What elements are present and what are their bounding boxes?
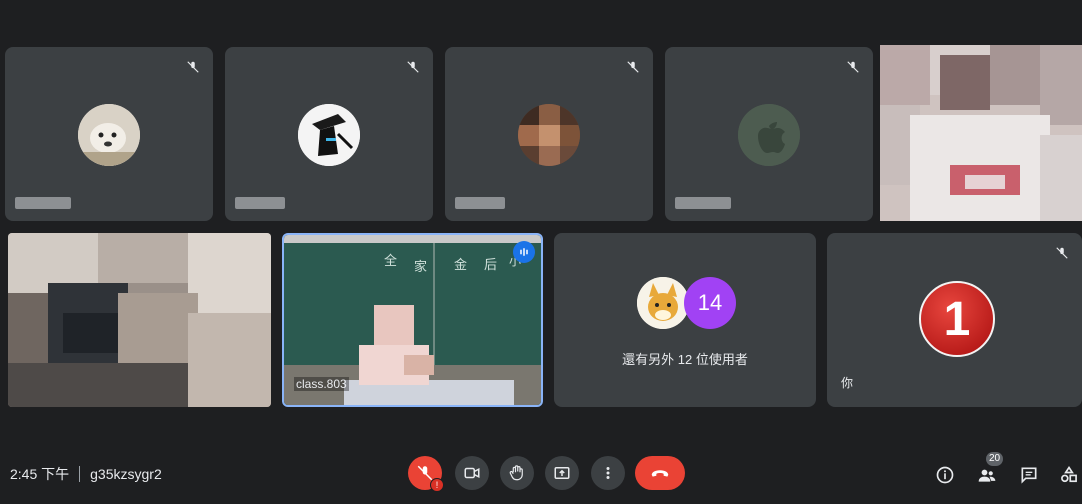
- divider: [79, 466, 81, 482]
- hand-icon: [509, 465, 523, 481]
- people-icon: [978, 469, 996, 482]
- mic-warning-icon: !: [430, 478, 444, 492]
- avatar: [637, 277, 689, 329]
- leave-call-button[interactable]: [635, 456, 685, 490]
- participant-tile-1[interactable]: [5, 47, 213, 221]
- mic-off-icon: [403, 57, 423, 77]
- avatar: 1: [919, 281, 995, 357]
- others-text: 還有另外 12 位使用者: [622, 352, 748, 367]
- others-count-badge: 14: [684, 277, 736, 329]
- svg-text:金: 金: [454, 257, 467, 273]
- more-vert-icon: [606, 467, 610, 479]
- activities-button[interactable]: [1056, 462, 1082, 488]
- meeting-time: 2:45 下午: [10, 466, 70, 482]
- present-icon: [554, 467, 570, 479]
- participant-name-redacted: [675, 197, 731, 209]
- camera-icon: [464, 467, 480, 479]
- chat-button[interactable]: [1016, 462, 1042, 488]
- participant-name-redacted: [15, 197, 71, 209]
- info-icon: [936, 466, 954, 484]
- others-tile[interactable]: 14 還有另外 12 位使用者: [554, 233, 816, 407]
- meeting-info: 2:45 下午 g35kzsygr2: [10, 464, 162, 484]
- meeting-code: g35kzsygr2: [90, 466, 162, 482]
- svg-text:全: 全: [384, 253, 397, 269]
- participant-tile-4[interactable]: [665, 47, 873, 221]
- participant-tile-5-video[interactable]: [880, 45, 1082, 221]
- pixelated-video: [8, 233, 271, 407]
- participant-tile-3[interactable]: [445, 47, 653, 221]
- raise-hand-button[interactable]: [500, 456, 534, 490]
- participant-name-redacted: [235, 197, 285, 209]
- avatar-pixelated: [518, 104, 580, 166]
- camera-toggle-button[interactable]: [455, 456, 489, 490]
- participant-tile-6-video[interactable]: [8, 233, 271, 407]
- avatar: [298, 104, 360, 166]
- self-tile[interactable]: 1 你: [827, 233, 1082, 407]
- activities-icon: [1061, 465, 1077, 483]
- mic-off-icon: [843, 57, 863, 77]
- meeting-details-button[interactable]: [932, 462, 958, 488]
- participants-button[interactable]: 20: [974, 452, 1004, 488]
- svg-text:后: 后: [484, 258, 497, 273]
- microphone-toggle-button[interactable]: !: [408, 456, 444, 492]
- speaking-indicator-icon: [513, 241, 535, 263]
- bottom-toolbar: 2:45 下午 g35kzsygr2 ! 20: [0, 444, 1082, 504]
- pixelated-video: [880, 45, 1082, 221]
- participants-count-badge: 20: [986, 452, 1004, 466]
- svg-text:家: 家: [414, 259, 427, 275]
- avatar-apple: [738, 104, 800, 166]
- participant-name-redacted: [455, 197, 505, 209]
- mic-off-icon: [1052, 243, 1072, 263]
- more-options-button[interactable]: [591, 456, 625, 490]
- avatar: [78, 104, 140, 166]
- present-screen-button[interactable]: [545, 456, 579, 490]
- self-label: 你: [841, 376, 854, 390]
- mic-off-icon: [183, 57, 203, 77]
- teacher-tile-speaking[interactable]: 全 家 金 后 小 class.803: [282, 233, 543, 407]
- participant-tile-2[interactable]: [225, 47, 433, 221]
- participant-name: class.803: [294, 377, 349, 391]
- hang-up-icon: [651, 470, 669, 477]
- chat-icon: [1021, 467, 1037, 484]
- mic-off-icon: [623, 57, 643, 77]
